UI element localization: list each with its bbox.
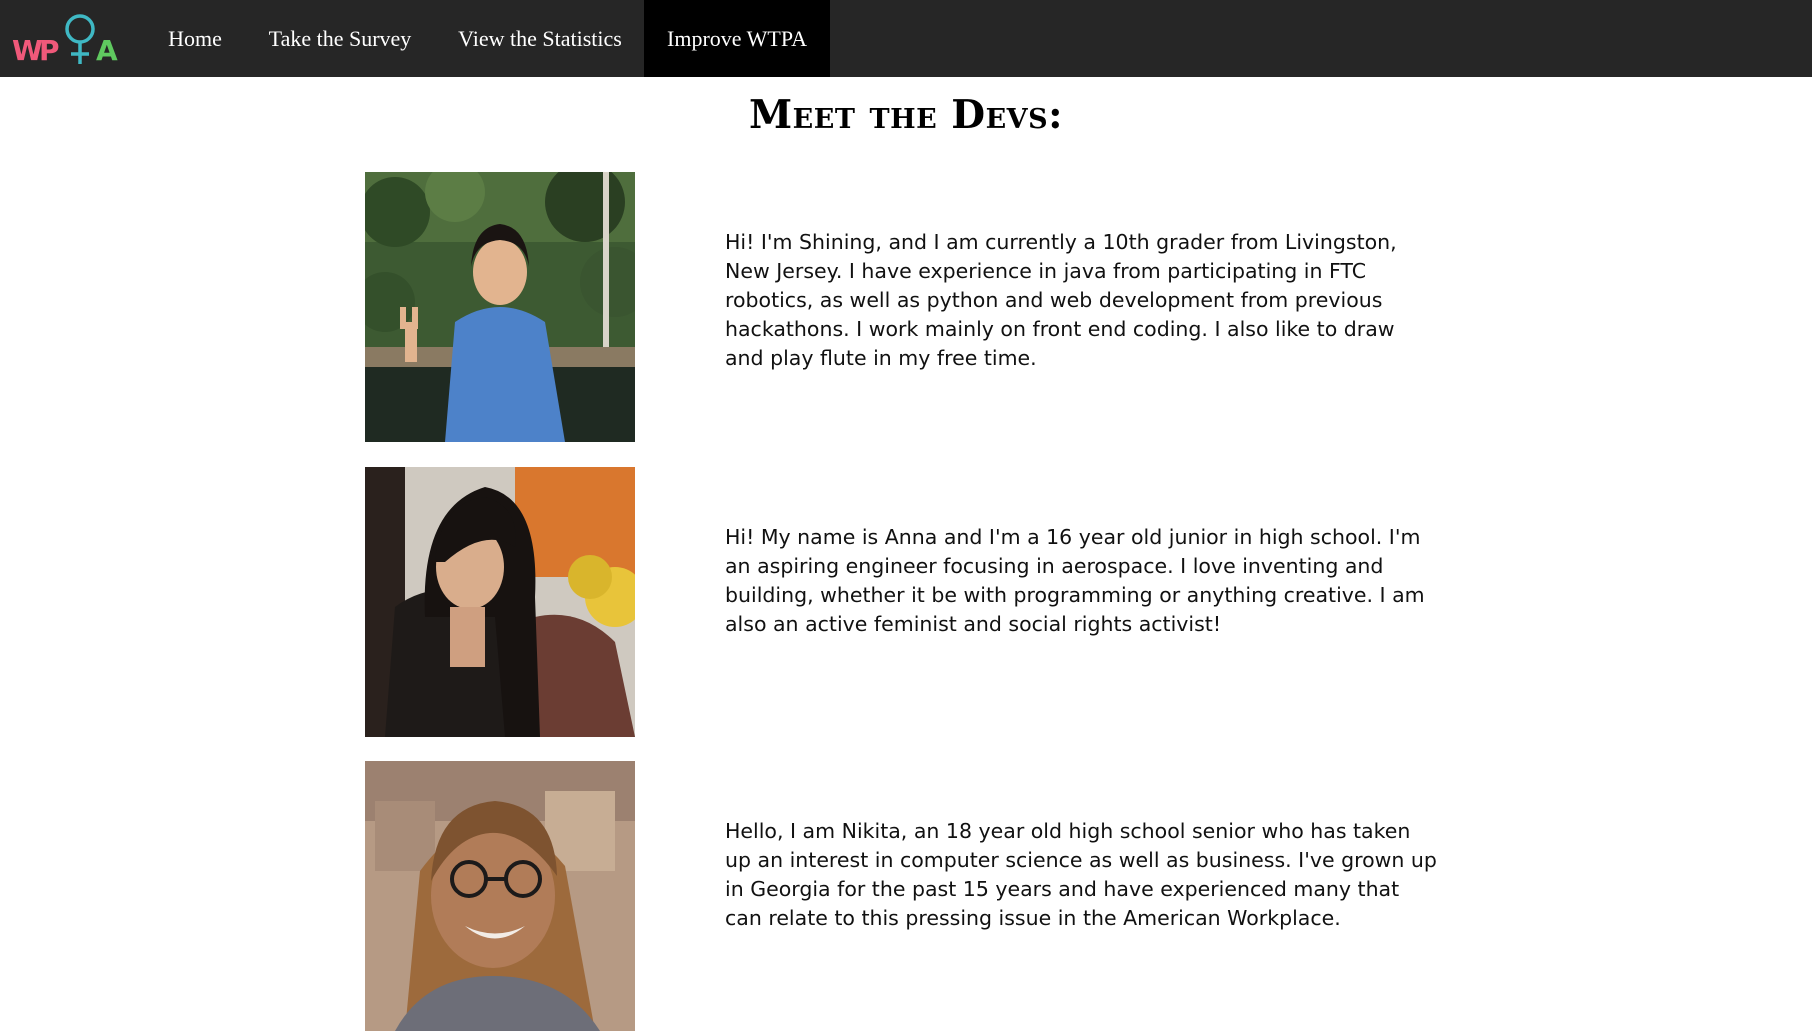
- dev-photo-nikita: [365, 761, 635, 1031]
- nav-view-statistics[interactable]: View the Statistics: [435, 0, 645, 77]
- dev-photo-shining: [365, 172, 635, 442]
- page-title: Meet the Devs:: [748, 92, 1063, 138]
- nav-take-survey[interactable]: Take the Survey: [245, 0, 435, 77]
- dev-bio-nikita: Hello, I am Nikita, an 18 year old high …: [725, 819, 1437, 930]
- svg-text:A: A: [96, 34, 118, 67]
- top-navbar: W P A Home Take the Survey View the Stat…: [0, 0, 1812, 77]
- dev-photo-anna: [365, 467, 635, 737]
- nav-home[interactable]: Home: [145, 0, 245, 77]
- dev-bio-shining: Hi! I'm Shining, and I am currently a 10…: [725, 230, 1397, 370]
- wpta-logo[interactable]: W P A: [12, 8, 124, 70]
- svg-text:P: P: [39, 34, 60, 67]
- dev-bio-anna: Hi! My name is Anna and I'm a 16 year ol…: [725, 525, 1425, 636]
- nav-improve-wtpa[interactable]: Improve WTPA: [644, 0, 830, 77]
